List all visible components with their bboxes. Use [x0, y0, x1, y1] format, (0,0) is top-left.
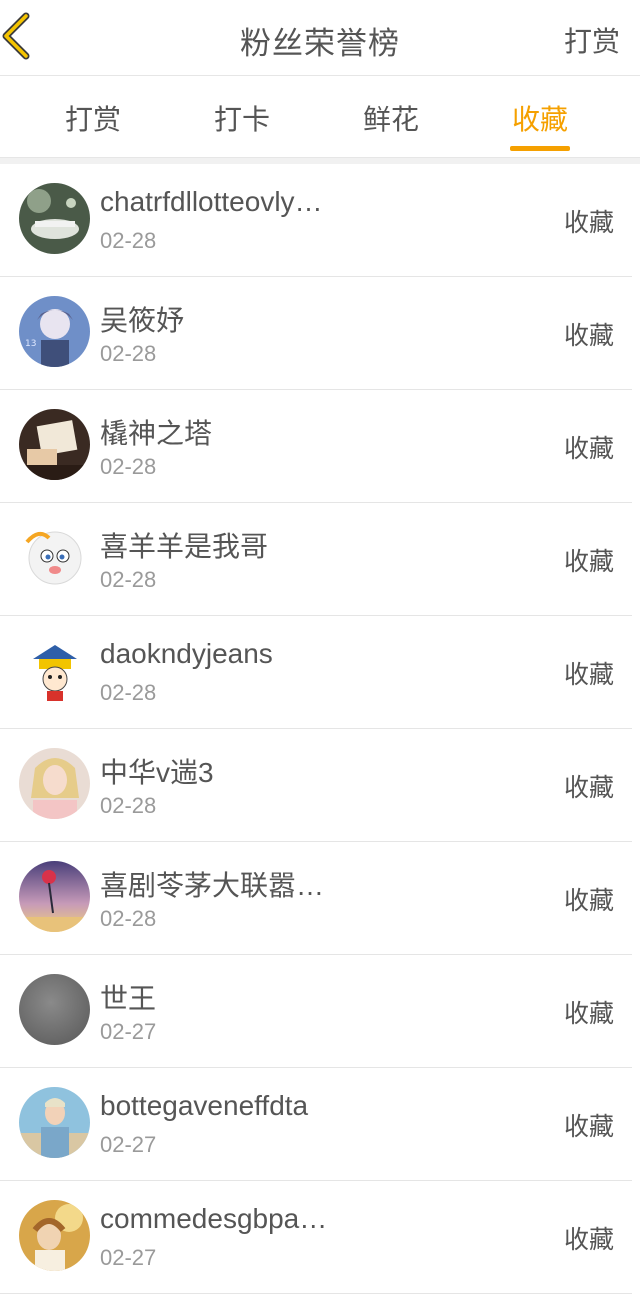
avatar: 13 — [19, 296, 90, 367]
date: 02-28 — [100, 341, 157, 366]
list-item[interactable]: 喜剧苓茅大联嚣… 02-28 收藏 — [0, 842, 632, 955]
user-name: bottegaveneffdta — [100, 1090, 309, 1121]
user-name: commedesgbpa… — [100, 1203, 328, 1234]
date: 02-27 — [100, 1132, 157, 1157]
avatar — [19, 409, 90, 480]
action-type: 收藏 — [563, 774, 614, 802]
user-name: 中华v遄3 — [100, 757, 214, 788]
user-name: daokndyjeans — [100, 638, 273, 669]
tab-reward[interactable]: 打赏 — [48, 98, 138, 138]
action-type: 收藏 — [563, 548, 614, 576]
avatar — [19, 1200, 90, 1271]
avatar — [19, 748, 90, 819]
tab-checkin[interactable]: 打卡 — [197, 98, 287, 138]
list-item[interactable]: 世王 02-27 收藏 — [0, 955, 632, 1068]
active-tab-indicator — [510, 146, 570, 151]
avatar — [19, 974, 90, 1045]
list-item[interactable]: 喜羊羊是我哥 02-28 收藏 — [0, 503, 632, 616]
user-name: 吴筱妤 — [100, 305, 185, 336]
action-type: 收藏 — [563, 1113, 614, 1141]
action-type: 收藏 — [563, 435, 614, 463]
list-item[interactable]: 橇神之塔 02-28 收藏 — [0, 390, 632, 503]
list-item[interactable]: bottegaveneffdta 02-27 收藏 — [0, 1068, 632, 1181]
date: 02-28 — [100, 454, 157, 479]
fan-list: chatrfdllotteovly… 02-28 收藏 13 吴筱妤 02-28… — [0, 164, 640, 1294]
list-item[interactable]: 中华v遄3 02-28 收藏 — [0, 729, 632, 842]
date: 02-28 — [100, 567, 157, 592]
date: 02-28 — [100, 228, 157, 253]
tab-flowers[interactable]: 鲜花 — [346, 98, 436, 138]
date: 02-28 — [100, 793, 157, 818]
user-name: 喜羊羊是我哥 — [100, 531, 269, 562]
user-name: 喜剧苓茅大联嚣… — [100, 870, 325, 901]
page-title: 粉丝荣誉榜 — [240, 26, 400, 61]
svg-text:13: 13 — [25, 339, 36, 349]
reward-button[interactable]: 打赏 — [564, 20, 620, 60]
avatar — [19, 1087, 90, 1158]
list-item[interactable]: 13 吴筱妤 02-28 收藏 — [0, 277, 632, 390]
user-name: 橇神之塔 — [100, 418, 213, 449]
divider — [0, 157, 640, 164]
list-item[interactable]: commedesgbpa… 02-27 收藏 — [0, 1181, 632, 1294]
avatar — [19, 183, 90, 254]
avatar — [19, 635, 90, 706]
action-type: 收藏 — [563, 887, 614, 915]
date: 02-28 — [100, 906, 157, 931]
user-name: chatrfdllotteovly… — [100, 186, 323, 217]
action-type: 收藏 — [563, 1000, 614, 1028]
action-type: 收藏 — [563, 322, 614, 350]
avatar — [19, 861, 90, 932]
date: 02-27 — [100, 1019, 157, 1044]
list-item[interactable]: chatrfdllotteovly… 02-28 收藏 — [0, 164, 632, 277]
user-name: 世王 — [100, 983, 157, 1014]
avatar — [19, 522, 90, 593]
date: 02-27 — [100, 1245, 157, 1270]
top-bar: 粉丝荣誉榜 打赏 — [0, 0, 640, 76]
tab-bar: 打赏 打卡 鲜花 收藏 — [0, 76, 640, 160]
list-item[interactable]: daokndyjeans 02-28 收藏 — [0, 616, 632, 729]
action-type: 收藏 — [563, 209, 614, 237]
tab-collect[interactable]: 收藏 — [495, 98, 585, 138]
date: 02-28 — [100, 680, 157, 705]
action-type: 收藏 — [563, 1226, 614, 1254]
action-type: 收藏 — [563, 661, 614, 689]
